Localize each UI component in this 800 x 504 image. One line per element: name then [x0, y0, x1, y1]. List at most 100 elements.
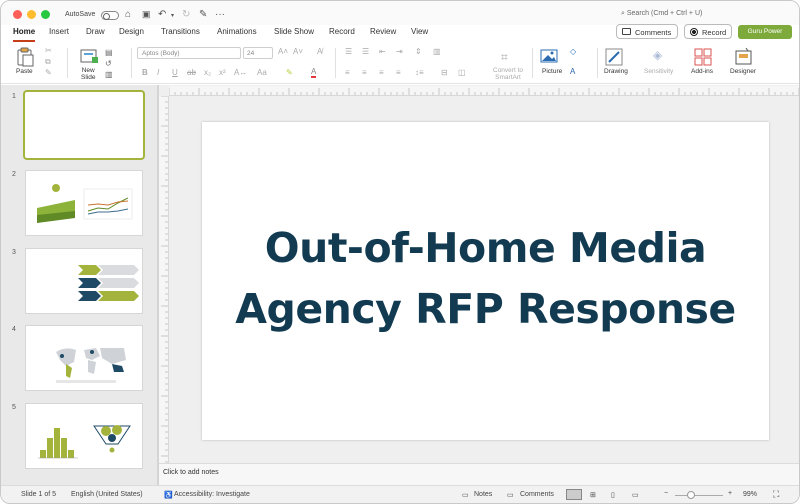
tab-animations[interactable]: Animations	[217, 27, 257, 36]
undo-icon[interactable]: ↶	[158, 9, 166, 20]
home-icon[interactable]: ⌂	[125, 9, 131, 20]
reading-view-icon[interactable]: ▯	[611, 491, 615, 499]
paste-icon[interactable]	[15, 47, 35, 67]
character-spacing-icon[interactable]: A↔	[234, 68, 247, 77]
thumbnail-number: 1	[12, 93, 16, 100]
zoom-level[interactable]: 99%	[743, 491, 757, 498]
subscript-icon[interactable]: x₂	[204, 68, 211, 77]
notes-toggle[interactable]: Notes	[474, 491, 492, 498]
clear-formatting-icon[interactable]: A̸	[317, 47, 322, 56]
zoom-out-icon[interactable]: −	[664, 490, 668, 497]
comment-icon	[622, 28, 631, 35]
current-slide[interactable]: Out-of-Home Media Agency RFP Response	[202, 122, 769, 440]
tab-draw[interactable]: Draw	[86, 27, 105, 36]
sensitivity-icon[interactable]: ◈	[653, 48, 662, 62]
cut-icon[interactable]: ✂	[45, 46, 52, 55]
reset-icon[interactable]: ↺	[105, 59, 112, 68]
smartart-icon[interactable]: ⌗	[501, 50, 508, 65]
ribbon-separator	[597, 48, 598, 78]
highlight-icon[interactable]: ✎	[286, 68, 293, 77]
decrease-indent-icon[interactable]: ⇤	[379, 47, 386, 56]
numbering-icon[interactable]: ☰	[362, 47, 369, 56]
slide-title-textbox[interactable]: Out-of-Home Media Agency RFP Response	[202, 218, 769, 340]
zoom-slider-thumb[interactable]	[687, 491, 695, 499]
minimize-window-button[interactable]	[27, 10, 36, 19]
format-painter-icon[interactable]: ✎	[45, 68, 52, 77]
line-spacing-icon[interactable]: ↕≡	[415, 68, 424, 77]
section-icon[interactable]: ▥	[105, 70, 113, 79]
thumbnail-number: 5	[12, 404, 16, 411]
ribbon-tabs: Home Insert Draw Design Transitions Anim…	[1, 25, 799, 43]
comments-button[interactable]: Comments	[616, 24, 678, 39]
slide-thumbnail-4[interactable]	[25, 325, 143, 391]
tab-home[interactable]: Home	[13, 27, 36, 42]
slide-thumbnail-2[interactable]	[25, 170, 143, 236]
slide-show-view-icon[interactable]: ▭	[632, 491, 639, 499]
autosave-toggle[interactable]	[101, 11, 119, 20]
font-name-dropdown[interactable]: Aptos (Body)	[137, 47, 241, 59]
tab-view[interactable]: View	[411, 27, 428, 36]
copy-icon[interactable]: ⧉	[45, 57, 51, 67]
more-commands-icon[interactable]: ···	[215, 9, 225, 20]
slide-thumbnail-1[interactable]	[23, 90, 145, 160]
add-ins-label: Add-ins	[691, 68, 714, 75]
notes-pane[interactable]: Click to add notes	[159, 463, 799, 485]
align-text-icon[interactable]: ⊟	[441, 68, 448, 77]
normal-view-icon[interactable]	[566, 489, 582, 500]
record-icon	[690, 28, 698, 36]
record-button[interactable]: Record	[684, 24, 732, 39]
slide-thumbnail-3[interactable]	[25, 248, 143, 314]
align-left-icon[interactable]: ≡	[345, 68, 350, 77]
comments-toggle[interactable]: Comments	[520, 491, 554, 498]
decrease-font-icon[interactable]: A˅	[293, 47, 303, 56]
text-box-icon[interactable]: A	[570, 67, 575, 76]
zoom-slider-track[interactable]	[675, 495, 723, 496]
tab-review[interactable]: Review	[370, 27, 396, 36]
align-center-icon[interactable]: ≡	[362, 68, 367, 77]
zoom-window-button[interactable]	[41, 10, 50, 19]
increase-indent-icon[interactable]: ⇥	[396, 47, 403, 56]
italic-icon[interactable]: I	[157, 68, 159, 77]
strikethrough-icon[interactable]: ab	[187, 68, 196, 77]
designer-icon[interactable]	[734, 47, 754, 67]
increase-font-icon[interactable]: A˄	[278, 47, 288, 56]
align-right-icon[interactable]: ≡	[379, 68, 384, 77]
farm-chart-thumbnail-graphic	[37, 184, 133, 223]
redo-icon[interactable]: ↻	[182, 9, 190, 20]
language-status[interactable]: English (United States)	[71, 491, 143, 498]
justify-icon[interactable]: ≡	[396, 68, 401, 77]
superscript-icon[interactable]: x²	[219, 68, 226, 77]
drawing-icon[interactable]	[605, 48, 623, 66]
text-direction-icon[interactable]: ⇕	[415, 47, 422, 56]
add-ins-icon[interactable]	[694, 48, 712, 66]
fit-slide-icon[interactable]: ⛶	[773, 489, 779, 500]
bold-icon[interactable]: B	[142, 68, 148, 77]
layout-icon[interactable]: ▤	[105, 48, 113, 57]
font-color-icon[interactable]: A	[311, 67, 317, 78]
smart-tags-icon[interactable]: ◫	[458, 68, 466, 77]
new-slide-icon[interactable]	[79, 48, 99, 66]
format-painter-qa-icon[interactable]: ✎	[199, 9, 207, 20]
columns-icon[interactable]: ▥	[433, 47, 441, 56]
close-window-button[interactable]	[13, 10, 22, 19]
shapes-icon[interactable]: ◇	[570, 47, 576, 56]
save-icon[interactable]: ▣	[142, 9, 151, 20]
underline-icon[interactable]: U	[172, 68, 178, 77]
tab-transitions[interactable]: Transitions	[161, 27, 200, 36]
notes-placeholder: Click to add notes	[163, 469, 219, 476]
accessibility-status[interactable]: Accessibility: Investigate	[174, 491, 250, 498]
change-case-icon[interactable]: Aa	[257, 68, 267, 77]
tab-record[interactable]: Record	[329, 27, 355, 36]
picture-icon[interactable]	[540, 48, 560, 64]
slide-sorter-view-icon[interactable]: ⊞	[590, 491, 596, 499]
undo-dropdown-icon[interactable]: ▾	[171, 12, 174, 19]
tab-design[interactable]: Design	[119, 27, 144, 36]
search-field[interactable]: ⌕ Search (Cmd + Ctrl + U)	[621, 10, 702, 18]
guru-power-button[interactable]: Guru Power	[738, 25, 792, 39]
bullets-icon[interactable]: ☰	[345, 47, 352, 56]
tab-insert[interactable]: Insert	[49, 27, 69, 36]
tab-slide-show[interactable]: Slide Show	[274, 27, 314, 36]
font-size-dropdown[interactable]: 24	[243, 47, 273, 59]
zoom-in-icon[interactable]: +	[728, 490, 732, 497]
slide-thumbnail-5[interactable]	[25, 403, 143, 469]
